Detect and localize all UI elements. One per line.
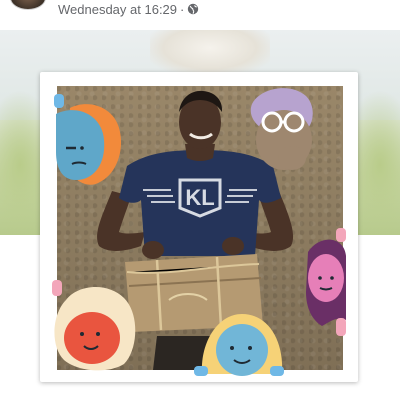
post-meta: Wednesday at 16:29 ·: [58, 1, 199, 17]
post-header: Wednesday at 16:29 ·: [0, 0, 400, 20]
cover-statue: [150, 30, 270, 75]
glasses-face-sticker: [250, 88, 313, 170]
post-timestamp[interactable]: Wednesday at 16:29: [58, 2, 177, 17]
globe-icon[interactable]: [187, 3, 199, 15]
avatar[interactable]: [10, 0, 46, 10]
shirt-logo-text: KL: [185, 185, 214, 210]
meta-separator: ·: [180, 1, 185, 17]
red-face-sticker: [52, 280, 136, 371]
orange-hair-face-sticker: [54, 94, 122, 185]
pink-face-sticker: [306, 228, 346, 336]
blonde-face-sticker: [194, 314, 284, 376]
